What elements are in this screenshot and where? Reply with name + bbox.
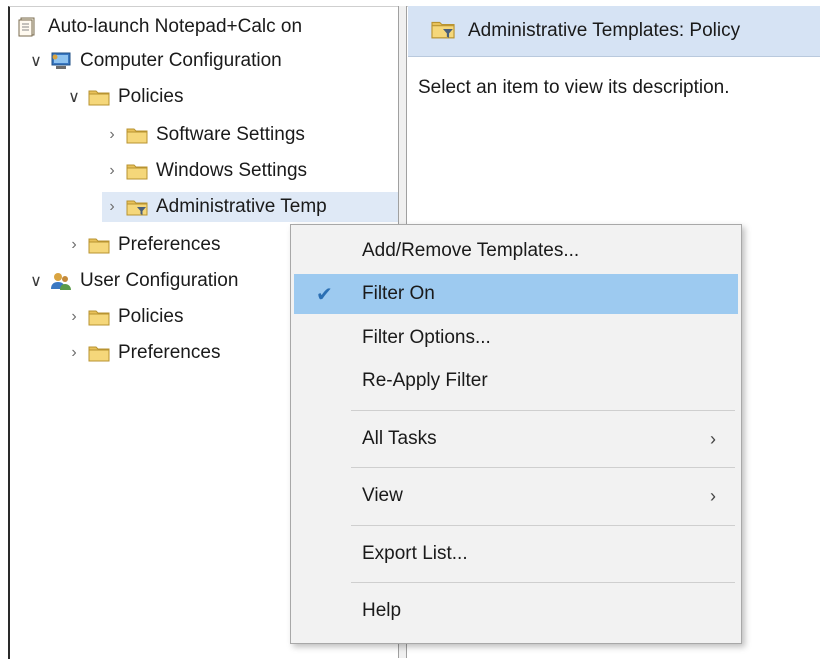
tree-root[interactable]: Auto-launch Notepad+Calc on bbox=[14, 12, 302, 42]
menu-item-label: Re-Apply Filter bbox=[362, 370, 488, 391]
tree-cc-policies[interactable]: ∨ Policies bbox=[64, 82, 183, 112]
folder-icon bbox=[88, 343, 110, 363]
filtered-folder-icon bbox=[430, 18, 456, 45]
tree-software-settings[interactable]: › Software Settings bbox=[102, 120, 305, 150]
menu-item-export-list[interactable]: Export List... bbox=[294, 534, 738, 574]
policy-document-icon bbox=[18, 17, 40, 37]
menu-item-help[interactable]: Help bbox=[294, 591, 738, 631]
menu-item-filter-on[interactable]: ✔ Filter On bbox=[294, 274, 738, 314]
filtered-folder-icon bbox=[126, 197, 148, 217]
folder-icon bbox=[88, 307, 110, 327]
tree-user-configuration[interactable]: ∨ User Configuration bbox=[26, 266, 238, 296]
chevron-right-icon: › bbox=[710, 428, 716, 449]
uc-preferences-label: Preferences bbox=[118, 342, 221, 363]
folder-icon bbox=[88, 235, 110, 255]
software-settings-label: Software Settings bbox=[156, 124, 305, 145]
chevron-right-icon[interactable]: › bbox=[102, 198, 122, 216]
tree-uc-preferences[interactable]: › Preferences bbox=[64, 338, 220, 368]
menu-item-label: Export List... bbox=[362, 543, 468, 564]
chevron-right-icon[interactable]: › bbox=[102, 162, 122, 180]
chevron-right-icon[interactable]: › bbox=[64, 236, 84, 254]
menu-separator bbox=[351, 525, 735, 526]
chevron-down-icon[interactable]: ∨ bbox=[64, 87, 84, 107]
folder-icon bbox=[88, 87, 110, 107]
folder-icon bbox=[126, 161, 148, 181]
chevron-right-icon[interactable]: › bbox=[64, 344, 84, 362]
computer-icon bbox=[50, 51, 72, 71]
tree-uc-policies[interactable]: › Policies bbox=[64, 302, 183, 332]
menu-separator bbox=[351, 467, 735, 468]
menu-separator bbox=[351, 582, 735, 583]
menu-item-label: Add/Remove Templates... bbox=[362, 240, 580, 261]
chevron-right-icon[interactable]: › bbox=[102, 126, 122, 144]
users-icon bbox=[50, 271, 72, 291]
details-header-title: Administrative Templates: Policy bbox=[468, 20, 741, 41]
cc-policies-label: Policies bbox=[118, 86, 184, 107]
menu-item-label: Filter Options... bbox=[362, 327, 491, 348]
folder-icon bbox=[126, 125, 148, 145]
menu-separator bbox=[351, 410, 735, 411]
administrative-templates-label: Administrative Temp bbox=[156, 196, 327, 217]
details-description: Select an item to view its description. bbox=[418, 77, 730, 98]
menu-item-label: All Tasks bbox=[362, 428, 437, 449]
menu-item-view[interactable]: View › bbox=[294, 476, 738, 516]
windows-settings-label: Windows Settings bbox=[156, 160, 308, 181]
chevron-down-icon[interactable]: ∨ bbox=[26, 271, 46, 291]
tree-windows-settings[interactable]: › Windows Settings bbox=[102, 156, 307, 186]
menu-item-label: Help bbox=[362, 600, 402, 621]
user-configuration-label: User Configuration bbox=[80, 270, 239, 291]
context-menu: Add/Remove Templates... ✔ Filter On Filt… bbox=[290, 224, 742, 644]
checkmark-icon: ✔ bbox=[316, 283, 333, 306]
tree-root-label: Auto-launch Notepad+Calc on bbox=[48, 16, 303, 37]
details-header: Administrative Templates: Policy bbox=[408, 6, 820, 57]
menu-item-add-remove-templates[interactable]: Add/Remove Templates... bbox=[294, 231, 738, 271]
tree-cc-preferences[interactable]: › Preferences bbox=[64, 230, 220, 260]
tree-computer-configuration[interactable]: ∨ Computer Configuration bbox=[26, 46, 282, 76]
cc-preferences-label: Preferences bbox=[118, 234, 221, 255]
chevron-right-icon[interactable]: › bbox=[64, 308, 84, 326]
menu-item-reapply-filter[interactable]: Re-Apply Filter bbox=[294, 361, 738, 401]
chevron-down-icon[interactable]: ∨ bbox=[26, 51, 46, 71]
computer-configuration-label: Computer Configuration bbox=[80, 50, 282, 71]
tree-administrative-templates[interactable]: › Administrative Temp bbox=[102, 192, 398, 222]
menu-item-filter-options[interactable]: Filter Options... bbox=[294, 318, 738, 358]
menu-item-all-tasks[interactable]: All Tasks › bbox=[294, 419, 738, 459]
chevron-right-icon: › bbox=[710, 485, 716, 506]
uc-policies-label: Policies bbox=[118, 306, 184, 327]
menu-item-label: Filter On bbox=[362, 283, 435, 304]
menu-item-label: View bbox=[362, 485, 403, 506]
